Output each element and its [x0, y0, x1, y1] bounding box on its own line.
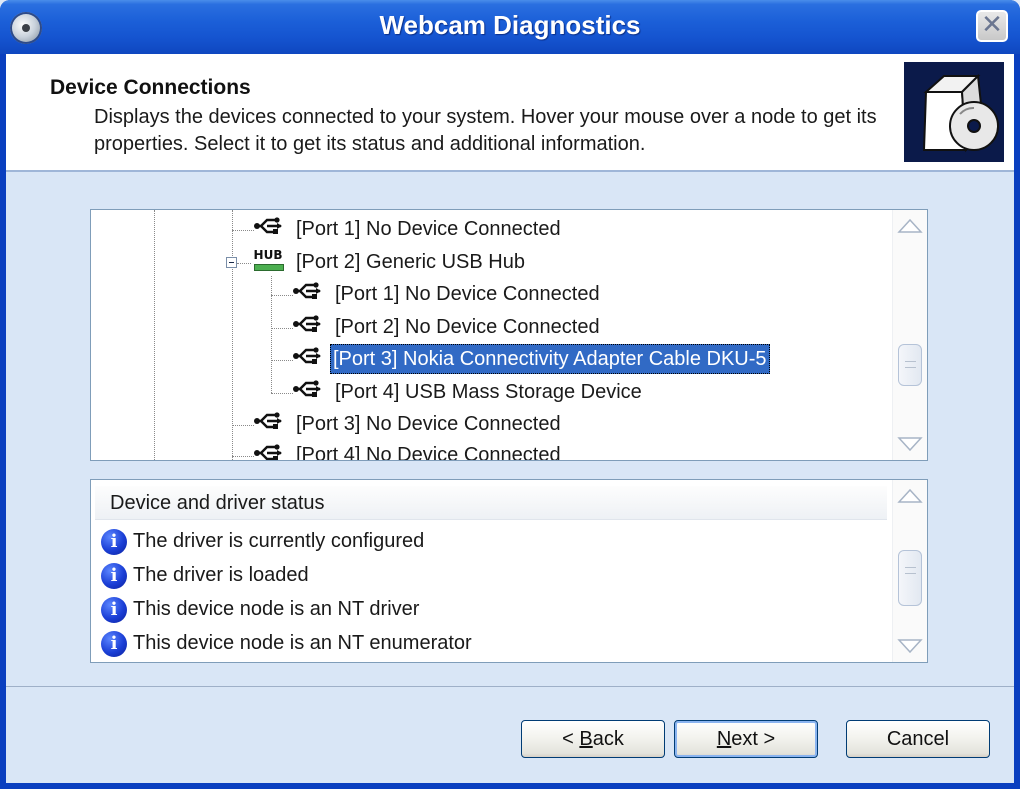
hub-badge-bar [254, 264, 284, 271]
tree-item-label[interactable]: [Port 3] Nokia Connectivity Adapter Cabl… [330, 344, 770, 374]
page-title: Device Connections [50, 76, 251, 99]
status-item: i The driver is loaded [101, 558, 309, 592]
tree-item-label[interactable]: [Port 4] No Device Connected [293, 440, 564, 460]
tree-item-label[interactable]: [Port 1] No Device Connected [332, 279, 603, 309]
tree-item-label[interactable]: [Port 2] No Device Connected [332, 312, 603, 342]
status-list[interactable]: Device and driver status i The driver is … [90, 479, 928, 663]
status-list-header: Device and driver status [95, 486, 887, 520]
tree-connector [271, 295, 293, 296]
scroll-up-icon[interactable] [895, 482, 925, 510]
status-item-text: This device node is an NT driver [133, 598, 420, 620]
usb-icon [293, 315, 321, 332]
tree-scrollbar[interactable] [892, 210, 927, 460]
close-button[interactable]: ✕ [976, 10, 1008, 42]
back-button-label: ack [592, 728, 624, 750]
tree-connector [271, 360, 293, 361]
back-button[interactable]: < Back [521, 720, 665, 758]
usb-icon [254, 217, 282, 234]
window-title: Webcam Diagnostics [379, 10, 641, 40]
tree-item-label[interactable]: [Port 3] No Device Connected [293, 409, 564, 439]
install-disc-icon [904, 62, 1004, 162]
scroll-down-icon[interactable] [895, 632, 925, 660]
next-button-accel: N [716, 728, 732, 750]
usb-icon [293, 282, 321, 299]
status-item-text: This device node is an NT enumerator [133, 632, 472, 654]
info-icon: i [101, 528, 127, 555]
status-item: i This device node is an NT enumerator [101, 626, 472, 660]
tree-connector [232, 210, 233, 460]
scroll-down-icon[interactable] [895, 430, 925, 458]
tree-connector [232, 230, 254, 231]
dialog-window: Webcam Diagnostics ✕ Device Connections … [0, 0, 1020, 789]
tree-item-label[interactable]: [Port 2] Generic USB Hub [293, 247, 528, 277]
next-button-label: ext > [731, 728, 776, 750]
tree-connector [154, 210, 155, 460]
tree-item-label[interactable]: [Port 4] USB Mass Storage Device [332, 377, 645, 407]
next-button[interactable]: Next > [674, 720, 818, 758]
status-item-text: The driver is currently configured [133, 530, 425, 552]
back-button-accel: B [579, 728, 593, 750]
tree-connector [271, 328, 293, 329]
usb-icon [254, 444, 282, 460]
status-item: i This device node is an NT driver [101, 592, 419, 626]
wizard-header: Device Connections Displays the devices … [6, 54, 1014, 172]
usb-icon [293, 380, 321, 397]
tree-connector [271, 393, 293, 394]
cancel-button[interactable]: Cancel [846, 720, 990, 758]
scroll-up-icon[interactable] [895, 212, 925, 240]
tree-item-label[interactable]: [Port 1] No Device Connected [293, 214, 564, 244]
page-description: Displays the devices connected to your s… [94, 106, 877, 155]
usb-icon [293, 347, 321, 364]
info-icon: i [101, 596, 127, 623]
title-bar[interactable]: Webcam Diagnostics ✕ [0, 0, 1020, 54]
usb-icon [254, 412, 282, 429]
tree-connector [271, 276, 272, 393]
device-tree[interactable]: [Port 1] No Device Connected HUB [Port 2… [90, 209, 928, 461]
info-icon: i [101, 562, 127, 589]
tree-connector [232, 456, 254, 457]
status-scrollbar[interactable] [892, 480, 927, 662]
tree-connector [237, 263, 251, 264]
info-icon: i [101, 630, 127, 657]
back-button-prefix: < [562, 728, 580, 750]
tree-connector [232, 425, 254, 426]
scroll-thumb[interactable] [898, 550, 922, 606]
collapse-toggle-icon[interactable] [226, 257, 237, 268]
hub-badge: HUB [253, 248, 283, 262]
scroll-thumb[interactable] [898, 344, 922, 386]
status-item-text: The driver is loaded [133, 564, 309, 586]
status-item: i The driver is currently configured [101, 524, 424, 558]
dialog-client-area: Device Connections Displays the devices … [6, 54, 1014, 783]
button-area-divider [6, 686, 1014, 687]
usb-hub-icon: HUB [251, 248, 285, 274]
